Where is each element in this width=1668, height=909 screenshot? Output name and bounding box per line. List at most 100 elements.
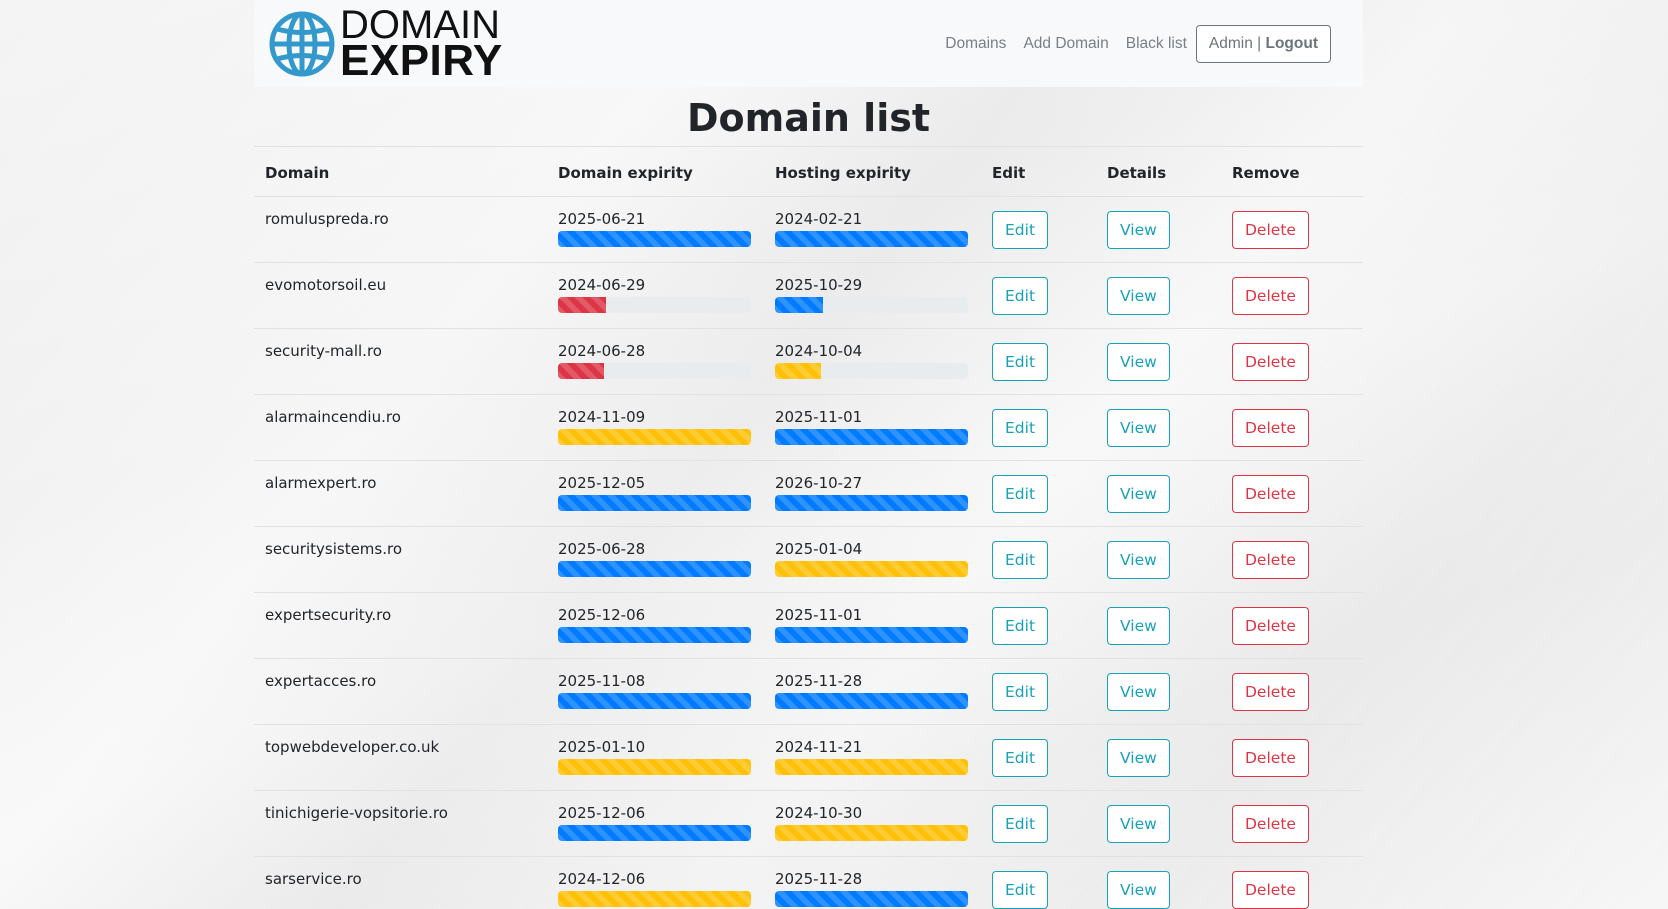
table-row: topwebdeveloper.co.uk 2025-01-10 2024-11-2… (254, 724, 1363, 791)
nav-add-domain-link[interactable]: Add Domain (1023, 35, 1108, 53)
header-hosting-expiry: Hosting expirity (764, 146, 981, 197)
logout-label[interactable]: Logout (1265, 35, 1318, 52)
delete-button[interactable]: Delete (1232, 475, 1309, 513)
delete-button[interactable]: Delete (1232, 541, 1309, 579)
hosting-expiry-cell: 2025-11-28 (764, 856, 981, 909)
domain-name: alarmaincendiu.ro (265, 408, 401, 426)
domain-expiry-cell: 2025-11-08 (547, 658, 764, 725)
domain-expiry-progress-bar (558, 297, 606, 313)
hosting-expiry-progress (775, 297, 968, 313)
domain-cell: alarmaincendiu.ro (254, 394, 547, 461)
domain-cell: tinichigerie-vopsitorie.ro (254, 790, 547, 857)
hosting-expiry-cell: 2024-10-04 (764, 328, 981, 395)
edit-button[interactable]: Edit (992, 673, 1049, 711)
view-button[interactable]: View (1107, 607, 1170, 645)
hosting-expiry-cell: 2025-11-28 (764, 658, 981, 725)
hosting-expiry-cell: 2024-02-21 (764, 196, 981, 263)
domain-expiry-progress-bar (558, 891, 751, 907)
hosting-expiry-date: 2024-02-21 (775, 210, 863, 228)
hosting-expiry-date: 2024-10-30 (775, 804, 863, 822)
domain-expiry-progress-bar (558, 429, 751, 445)
hosting-expiry-progress (775, 231, 968, 247)
domain-expiry-date: 2025-01-10 (558, 738, 646, 756)
delete-button[interactable]: Delete (1232, 673, 1309, 711)
hosting-expiry-progress (775, 627, 968, 643)
edit-button[interactable]: Edit (992, 343, 1049, 381)
edit-button[interactable]: Edit (992, 871, 1049, 909)
delete-button[interactable]: Delete (1232, 409, 1309, 447)
hosting-expiry-date: 2025-11-01 (775, 408, 863, 426)
edit-cell: Edit (981, 394, 1096, 461)
domain-expiry-date: 2024-12-06 (558, 870, 646, 888)
domain-name: tinichigerie-vopsitorie.ro (265, 804, 448, 822)
hosting-expiry-date: 2025-11-01 (775, 606, 863, 624)
view-button[interactable]: View (1107, 541, 1170, 579)
remove-cell: Delete (1221, 526, 1363, 593)
header-domain-expiry: Domain expirity (547, 146, 764, 197)
domain-cell: romuluspreda.ro (254, 196, 547, 263)
edit-cell: Edit (981, 526, 1096, 593)
table-body: romuluspreda.ro 2025-06-21 2024-02-21 Edit V… (254, 196, 1363, 909)
domain-expiry-cell: 2025-12-06 (547, 790, 764, 857)
domain-expiry-progress (558, 693, 751, 709)
details-cell: View (1096, 262, 1221, 329)
delete-button[interactable]: Delete (1232, 277, 1309, 315)
hosting-expiry-progress-bar (775, 693, 968, 709)
admin-logout-button[interactable]: Admin | Logout (1195, 24, 1331, 63)
edit-button[interactable]: Edit (992, 739, 1049, 777)
view-button[interactable]: View (1107, 871, 1170, 909)
edit-cell: Edit (981, 592, 1096, 659)
domain-cell: alarmexpert.ro (254, 460, 547, 527)
edit-cell: Edit (981, 856, 1096, 909)
domain-expiry-progress (558, 891, 751, 907)
view-button[interactable]: View (1107, 277, 1170, 315)
nav-domains-link[interactable]: Domains (945, 35, 1006, 53)
domain-expiry-date: 2024-06-29 (558, 276, 646, 294)
domain-expiry-cell: 2025-01-10 (547, 724, 764, 791)
delete-button[interactable]: Delete (1232, 211, 1309, 249)
edit-cell: Edit (981, 328, 1096, 395)
nav-black-list-link[interactable]: Black list (1126, 35, 1187, 53)
domain-expiry-progress (558, 231, 751, 247)
domain-expiry-date: 2024-11-09 (558, 408, 646, 426)
domain-expiry-cell: 2024-11-09 (547, 394, 764, 461)
hosting-expiry-progress-bar (775, 759, 968, 775)
edit-button[interactable]: Edit (992, 805, 1049, 843)
hosting-expiry-cell: 2025-11-01 (764, 592, 981, 659)
details-cell: View (1096, 658, 1221, 725)
delete-button[interactable]: Delete (1232, 871, 1309, 909)
table-row: securitysistems.ro 2025-06-28 2025-01-04 Ed… (254, 526, 1363, 593)
remove-cell: Delete (1221, 790, 1363, 857)
view-button[interactable]: View (1107, 409, 1170, 447)
view-button[interactable]: View (1107, 805, 1170, 843)
table-row: sarservice.ro 2024-12-06 2025-11-28 Edit Vie… (254, 856, 1363, 909)
domain-name: sarservice.ro (265, 870, 362, 888)
view-button[interactable]: View (1107, 211, 1170, 249)
details-cell: View (1096, 592, 1221, 659)
delete-button[interactable]: Delete (1232, 607, 1309, 645)
edit-button[interactable]: Edit (992, 541, 1049, 579)
table-row: alarmaincendiu.ro 2024-11-09 2025-11-01 Edi… (254, 394, 1363, 461)
view-button[interactable]: View (1107, 475, 1170, 513)
edit-button[interactable]: Edit (992, 475, 1049, 513)
brand-logo[interactable]: DOMAIN EXPIRY (268, 0, 503, 87)
domain-expiry-date: 2024-06-28 (558, 342, 646, 360)
edit-button[interactable]: Edit (992, 409, 1049, 447)
hosting-expiry-cell: 2024-10-30 (764, 790, 981, 857)
delete-button[interactable]: Delete (1232, 343, 1309, 381)
domain-cell: topwebdeveloper.co.uk (254, 724, 547, 791)
edit-cell: Edit (981, 790, 1096, 857)
view-button[interactable]: View (1107, 673, 1170, 711)
edit-button[interactable]: Edit (992, 211, 1049, 249)
edit-button[interactable]: Edit (992, 607, 1049, 645)
remove-cell: Delete (1221, 658, 1363, 725)
header-domain: Domain (254, 146, 547, 197)
page-container: DOMAIN EXPIRY Domains Add Domain Black l… (254, 0, 1363, 909)
edit-button[interactable]: Edit (992, 277, 1049, 315)
details-cell: View (1096, 394, 1221, 461)
delete-button[interactable]: Delete (1232, 739, 1309, 777)
view-button[interactable]: View (1107, 739, 1170, 777)
hosting-expiry-date: 2026-10-27 (775, 474, 863, 492)
view-button[interactable]: View (1107, 343, 1170, 381)
delete-button[interactable]: Delete (1232, 805, 1309, 843)
